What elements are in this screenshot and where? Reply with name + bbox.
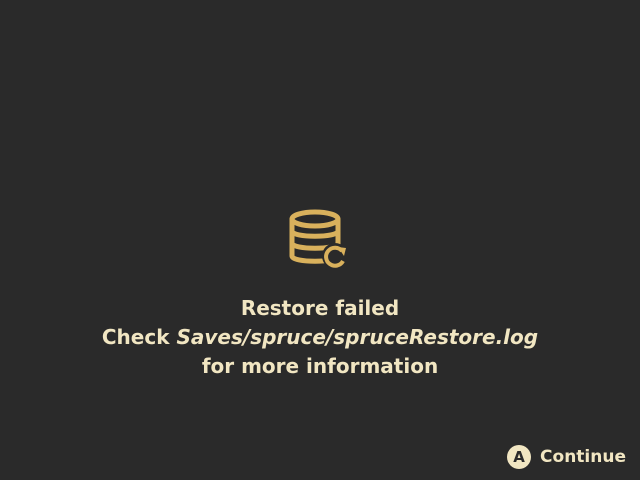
a-button-icon: A <box>507 445 532 469</box>
check-prefix: Check <box>101 325 177 349</box>
error-title: Restore failed <box>240 296 400 320</box>
database-restore-icon <box>287 206 353 272</box>
continue-label: Continue <box>540 447 626 467</box>
restore-failed-screen: Restore failed Check Saves/spruce/spruce… <box>0 0 640 480</box>
log-file-path: Saves/spruce/spruceRestore.log <box>176 325 539 349</box>
log-hint-line: Check Saves/spruce/spruceRestore.log <box>0 323 640 352</box>
continue-button[interactable]: A Continue <box>507 444 626 470</box>
more-info-line: for more information <box>201 354 439 378</box>
error-message: Restore failed Check Saves/spruce/spruce… <box>0 294 640 381</box>
